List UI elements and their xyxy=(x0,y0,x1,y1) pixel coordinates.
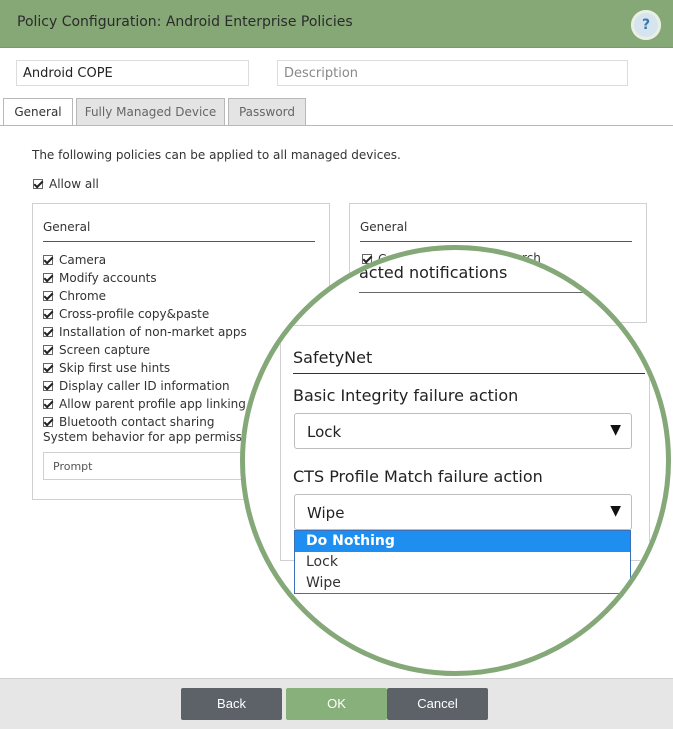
title-bar: Policy Configuration: Android Enterprise… xyxy=(0,0,673,48)
policy-item-cross-profile-copy-paste[interactable]: Cross-profile copy&paste xyxy=(43,304,247,322)
policy-item-chrome[interactable]: Chrome xyxy=(43,286,247,304)
dialog-title: Policy Configuration: Android Enterprise… xyxy=(17,14,353,30)
checkbox-checked-icon[interactable] xyxy=(43,254,53,265)
tab-fully-managed-device[interactable]: Fully Managed Device xyxy=(76,98,225,126)
checkbox-checked-icon[interactable] xyxy=(33,178,43,189)
policy-item-skip-first-use-hints[interactable]: Skip first use hints xyxy=(43,358,247,376)
ok-button[interactable]: OK xyxy=(286,688,387,720)
tab-password[interactable]: Password xyxy=(228,98,306,126)
option-wipe[interactable]: Wipe xyxy=(295,573,630,594)
tab-general[interactable]: General xyxy=(3,98,73,127)
panel-divider xyxy=(43,241,315,242)
help-icon[interactable]: ? xyxy=(631,10,661,40)
checkbox-checked-icon[interactable] xyxy=(43,326,53,337)
cts-profile-value: Wipe xyxy=(307,504,345,522)
policy-dialog: Policy Configuration: Android Enterprise… xyxy=(0,0,673,729)
cancel-button[interactable]: Cancel xyxy=(387,688,488,720)
magnifier-overlay: acted notifications SafetyNet Basic Inte… xyxy=(240,245,671,676)
panel-divider xyxy=(360,241,632,242)
checkbox-checked-icon[interactable] xyxy=(43,272,53,283)
option-do-nothing[interactable]: Do Nothing xyxy=(295,531,630,552)
panel-title: General xyxy=(360,220,408,234)
dropdown-arrow-icon: ▼ xyxy=(610,422,621,438)
checkbox-checked-icon[interactable] xyxy=(43,380,53,391)
policy-item-non-market-apps[interactable]: Installation of non-market apps xyxy=(43,322,247,340)
panel-divider xyxy=(359,292,634,293)
description-field[interactable]: Description xyxy=(277,60,628,86)
safetynet-panel: SafetyNet Basic Integrity failure action… xyxy=(280,325,650,561)
policy-item-caller-id[interactable]: Display caller ID information xyxy=(43,376,247,394)
intro-text: The following policies can be applied to… xyxy=(32,148,401,162)
option-lock[interactable]: Lock xyxy=(295,552,630,573)
policy-item-camera[interactable]: Camera xyxy=(43,250,247,268)
policy-item-parent-profile-app-linking[interactable]: Allow parent profile app linking xyxy=(43,394,247,412)
cts-profile-label: CTS Profile Match failure action xyxy=(293,467,543,486)
allow-all-label: Allow all xyxy=(49,176,99,191)
policy-list: Camera Modify accounts Chrome Cross-prof… xyxy=(43,250,247,430)
checkbox-checked-icon[interactable] xyxy=(43,344,53,355)
checkbox-checked-icon[interactable] xyxy=(43,290,53,301)
restricted-notifications-fragment: acted notifications xyxy=(359,263,508,282)
policy-item-bluetooth-contact-sharing[interactable]: Bluetooth contact sharing xyxy=(43,412,247,430)
policy-item-screen-capture[interactable]: Screen capture xyxy=(43,340,247,358)
back-button[interactable]: Back xyxy=(181,688,282,720)
dropdown-arrow-icon: ▼ xyxy=(610,503,621,519)
cts-profile-dropdown-list: Do Nothing Lock Wipe xyxy=(294,530,631,594)
policy-item-modify-accounts[interactable]: Modify accounts xyxy=(43,268,247,286)
policy-name-field[interactable]: Android COPE xyxy=(16,60,249,86)
checkbox-checked-icon[interactable] xyxy=(43,398,53,409)
dialog-footer: Back OK Cancel xyxy=(0,678,673,729)
cts-profile-select[interactable]: Wipe ▼ xyxy=(294,494,632,530)
checkbox-checked-icon[interactable] xyxy=(43,416,53,427)
panel-title: General xyxy=(43,220,91,234)
basic-integrity-label: Basic Integrity failure action xyxy=(293,386,519,405)
checkbox-checked-icon[interactable] xyxy=(43,362,53,373)
checkbox-checked-icon[interactable] xyxy=(43,308,53,319)
safetynet-title: SafetyNet xyxy=(293,348,373,367)
magnified-region: acted notifications SafetyNet Basic Inte… xyxy=(245,250,666,671)
system-behavior-label: System behavior for app permissio xyxy=(43,430,253,444)
panel-divider xyxy=(293,373,645,374)
basic-integrity-value: Lock xyxy=(307,423,342,441)
allow-all-checkbox[interactable]: Allow all xyxy=(33,176,99,191)
basic-integrity-select[interactable]: Lock ▼ xyxy=(294,413,632,449)
